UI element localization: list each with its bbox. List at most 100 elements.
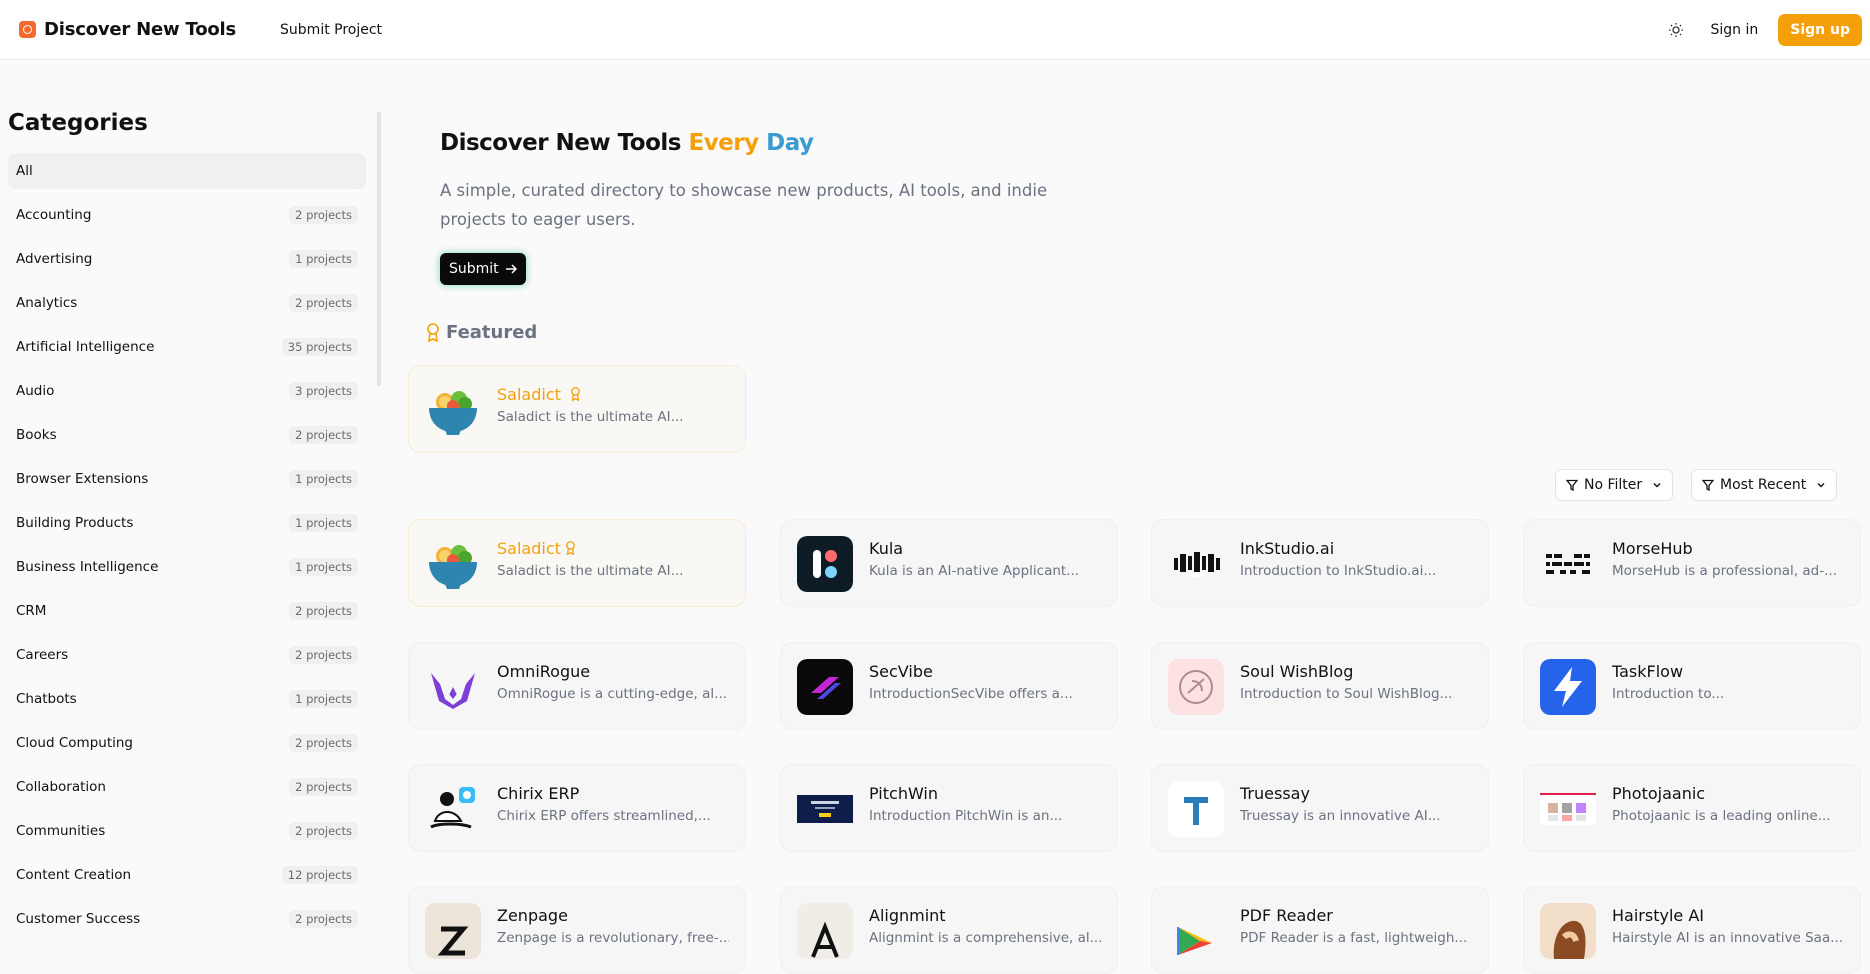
logo-icon bbox=[19, 21, 36, 38]
project-name: PDF Reader bbox=[1240, 906, 1333, 925]
sign-up-button[interactable]: Sign up bbox=[1778, 14, 1862, 46]
hero-title-every: Every bbox=[688, 130, 759, 156]
project-card[interactable]: Photojaanic Photojaanic is a leading onli… bbox=[1523, 764, 1861, 852]
sidebar-item-label: Building Products bbox=[16, 515, 134, 531]
filter-funnel-icon bbox=[1566, 479, 1578, 491]
sidebar-item-artificial-intelligence[interactable]: Artificial Intelligence 35 projects bbox=[8, 329, 366, 365]
project-name: TaskFlow bbox=[1612, 662, 1684, 681]
sidebar-item-communities[interactable]: Communities 2 projects bbox=[8, 813, 366, 849]
sidebar-item-browser-extensions[interactable]: Browser Extensions 1 projects bbox=[8, 461, 366, 497]
project-card[interactable]: OmniRogue OmniRogue is a cutting-edge, al… bbox=[408, 642, 746, 730]
featured-card[interactable]: Saladict Saladict is the ultimate AI... bbox=[408, 365, 746, 453]
sidebar-item-label: Cloud Computing bbox=[16, 735, 133, 751]
alignmint-logo-icon bbox=[797, 903, 853, 959]
project-card[interactable]: PitchWin Introduction PitchWin is an... bbox=[780, 764, 1118, 852]
project-card[interactable]: Hairstyle AI Hairstyle AI is an innovativ… bbox=[1523, 886, 1861, 974]
project-description: Kula is an AI-native Applicant... bbox=[869, 563, 1080, 579]
sidebar-item-content-creation[interactable]: Content Creation 12 projects bbox=[8, 857, 366, 893]
project-card[interactable]: MorseHub MorseHub is a professional, ad-.… bbox=[1523, 519, 1861, 607]
salad-bowl-icon bbox=[425, 382, 481, 438]
project-name: InkStudio.ai bbox=[1240, 539, 1335, 558]
project-count-badge: 2 projects bbox=[289, 910, 358, 928]
project-name: Hairstyle AI bbox=[1612, 906, 1704, 925]
project-card[interactable]: Saladict Saladict is the ultimate AI... bbox=[408, 519, 746, 607]
sidebar-item-chatbots[interactable]: Chatbots 1 projects bbox=[8, 681, 366, 717]
sidebar-item-label: CRM bbox=[16, 603, 47, 619]
project-name: PitchWin bbox=[869, 784, 939, 803]
project-description: Photojaanic is a leading online... bbox=[1612, 808, 1831, 824]
sidebar-item-label: Communities bbox=[16, 823, 106, 839]
sidebar-item-cloud-computing[interactable]: Cloud Computing 2 projects bbox=[8, 725, 366, 761]
sidebar-item-label: Customer Success bbox=[16, 911, 141, 927]
project-count-badge: 2 projects bbox=[289, 602, 358, 620]
project-count-badge: 2 projects bbox=[289, 822, 358, 840]
omnirogue-logo-icon bbox=[425, 659, 481, 715]
sidebar-item-advertising[interactable]: Advertising 1 projects bbox=[8, 241, 366, 277]
play-triangle-icon bbox=[1168, 903, 1224, 959]
filter-funnel-icon bbox=[1702, 479, 1714, 491]
site-logo[interactable]: Discover New Tools bbox=[19, 19, 236, 40]
project-description: Chirix ERP offers streamlined,... bbox=[497, 808, 711, 824]
project-card[interactable]: Soul WishBlog Introduction to Soul WishBl… bbox=[1151, 642, 1489, 730]
project-count-badge: 2 projects bbox=[289, 778, 358, 796]
project-description: Introduction to InkStudio.ai... bbox=[1240, 563, 1437, 579]
sidebar-item-label: Accounting bbox=[16, 207, 92, 223]
main-content: Discover New Tools Every Day A simple, c… bbox=[408, 60, 1861, 974]
sidebar-scrollbar[interactable] bbox=[377, 112, 381, 386]
project-card[interactable]: PDF Reader PDF Reader is a fast, lightwei… bbox=[1151, 886, 1489, 974]
project-card[interactable]: InkStudio.ai Introduction to InkStudio.ai… bbox=[1151, 519, 1489, 607]
sort-dropdown[interactable]: Most Recent bbox=[1691, 469, 1838, 501]
sidebar-item-analytics[interactable]: Analytics 2 projects bbox=[8, 285, 366, 321]
submit-button[interactable]: Submit bbox=[440, 253, 526, 285]
project-description: Saladict is the ultimate AI... bbox=[497, 563, 684, 579]
chevron-down-icon bbox=[1653, 483, 1661, 488]
featured-card-name: Saladict bbox=[497, 385, 561, 404]
categories-title: Categories bbox=[8, 110, 148, 136]
award-ribbon-icon bbox=[571, 387, 580, 402]
project-count-badge: 1 projects bbox=[289, 558, 358, 576]
hero-subtitle: A simple, curated directory to showcase … bbox=[440, 181, 1048, 229]
sidebar-item-label: Collaboration bbox=[16, 779, 106, 795]
morsehub-logo-icon bbox=[1540, 536, 1596, 592]
project-count-badge: 1 projects bbox=[289, 514, 358, 532]
project-description: Zenpage is a revolutionary, free-... bbox=[497, 930, 729, 946]
sidebar-item-all[interactable]: All bbox=[8, 153, 366, 189]
project-name: Zenpage bbox=[497, 906, 568, 925]
sidebar-item-audio[interactable]: Audio 3 projects bbox=[8, 373, 366, 409]
submit-project-link[interactable]: Submit Project bbox=[280, 22, 382, 38]
project-card[interactable]: Kula Kula is an AI-native Applicant... bbox=[780, 519, 1118, 607]
project-card[interactable]: SecVibe IntroductionSecVibe offers a... bbox=[780, 642, 1118, 730]
project-count-badge: 1 projects bbox=[289, 250, 358, 268]
project-name: Soul WishBlog bbox=[1240, 662, 1354, 681]
project-card[interactable]: Alignmint Alignmint is a comprehensive, a… bbox=[780, 886, 1118, 974]
project-name: SecVibe bbox=[869, 662, 933, 681]
project-name: Saladict bbox=[497, 539, 576, 558]
filter-dropdown[interactable]: No Filter bbox=[1555, 469, 1674, 501]
salad-bowl-icon bbox=[425, 536, 481, 592]
sign-in-link[interactable]: Sign in bbox=[1711, 22, 1759, 38]
sidebar-item-label: Content Creation bbox=[16, 867, 132, 883]
project-description: IntroductionSecVibe offers a... bbox=[869, 686, 1073, 702]
theme-toggle-sun-icon[interactable] bbox=[1659, 13, 1693, 47]
sidebar-item-customer-success[interactable]: Customer Success 2 projects bbox=[8, 901, 366, 937]
sidebar-item-crm[interactable]: CRM 2 projects bbox=[8, 593, 366, 629]
sidebar-item-careers[interactable]: Careers 2 projects bbox=[8, 637, 366, 673]
project-card[interactable]: TaskFlow Introduction to... bbox=[1523, 642, 1861, 730]
sidebar-item-building-products[interactable]: Building Products 1 projects bbox=[8, 505, 366, 541]
project-description: Alignmint is a comprehensive, al... bbox=[869, 930, 1101, 946]
project-card[interactable]: Truessay Truessay is an innovative AI... bbox=[1151, 764, 1489, 852]
lightning-bolt-icon bbox=[1540, 659, 1596, 715]
project-card[interactable]: Zenpage Zenpage is a revolutionary, free-… bbox=[408, 886, 746, 974]
project-name: MorseHub bbox=[1612, 539, 1693, 558]
sidebar-item-books[interactable]: Books 2 projects bbox=[8, 417, 366, 453]
project-name: OmniRogue bbox=[497, 662, 591, 681]
project-count-badge: 2 projects bbox=[289, 294, 358, 312]
sidebar-item-collaboration[interactable]: Collaboration 2 projects bbox=[8, 769, 366, 805]
chevron-down-icon bbox=[1817, 483, 1825, 488]
project-count-badge: 1 projects bbox=[289, 690, 358, 708]
sidebar-item-label: Chatbots bbox=[16, 691, 77, 707]
project-card[interactable]: Chirix ERP Chirix ERP offers streamlined,… bbox=[408, 764, 746, 852]
sidebar-item-accounting[interactable]: Accounting 2 projects bbox=[8, 197, 366, 233]
project-description: PDF Reader is a fast, lightweigh... bbox=[1240, 930, 1468, 946]
sidebar-item-business-intelligence[interactable]: Business Intelligence 1 projects bbox=[8, 549, 366, 585]
